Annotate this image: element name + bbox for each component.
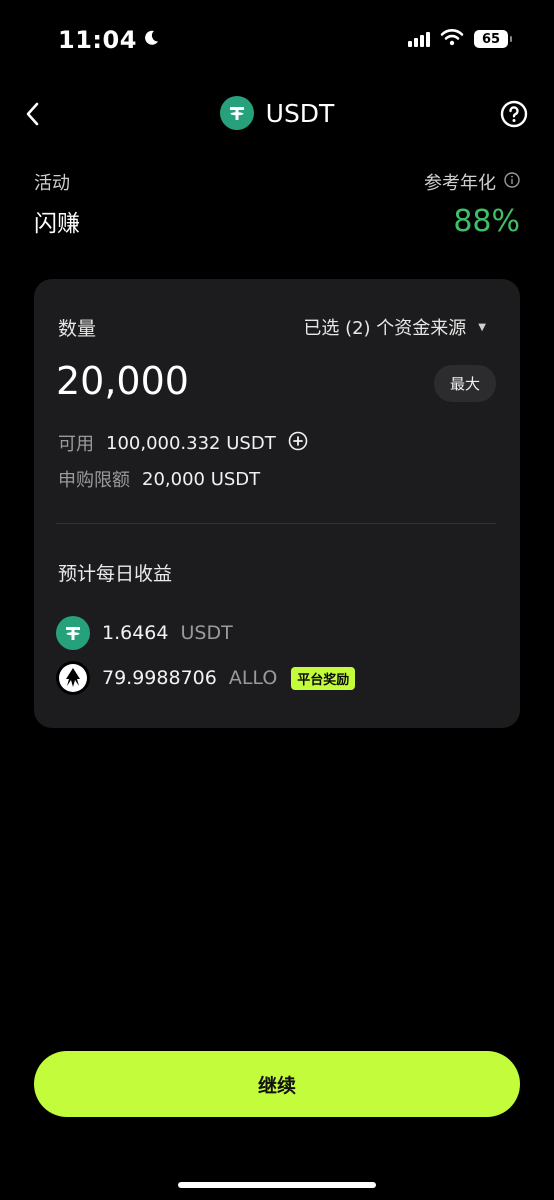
subscribe-card: 数量 已选 (2) 个资金来源 ▼ 20,000 最大 可用 100,000.3… — [34, 279, 520, 728]
earnings-row-allo: 79.9988706 ALLO 平台奖励 — [56, 661, 356, 695]
battery-icon: 65 — [474, 30, 512, 48]
fund-source-select[interactable]: 已选 (2) 个资金来源 ▼ — [303, 314, 486, 340]
tether-logo — [219, 96, 254, 130]
available-value: 100,000.332 USDT — [106, 432, 276, 454]
allo-logo — [56, 661, 90, 695]
limit-value: 20,000 USDT — [142, 468, 261, 490]
earnings-unit: ALLO — [228, 667, 278, 689]
add-funds-icon[interactable] — [288, 431, 308, 456]
earnings-unit: USDT — [180, 622, 233, 644]
amount-input[interactable]: 20,000 — [56, 359, 189, 403]
daily-earnings-label: 预计每日收益 — [58, 563, 173, 585]
limit-label: 申购限额 — [58, 470, 130, 491]
help-button[interactable] — [500, 100, 528, 128]
battery-level: 65 — [481, 31, 501, 47]
limit-row: 申购限额 20,000 USDT — [58, 466, 260, 492]
earnings-row-usdt: 1.6464 USDT — [56, 616, 233, 650]
moon-icon — [141, 26, 161, 54]
earnings-amount: 1.6464 — [102, 622, 169, 644]
tether-logo — [56, 616, 90, 650]
platform-reward-badge: 平台奖励 — [291, 666, 356, 690]
page-header: USDT — [0, 96, 554, 130]
continue-button[interactable]: 继续 — [34, 1051, 520, 1117]
status-time: 11:04 — [58, 26, 161, 54]
wifi-icon — [440, 28, 464, 50]
divider — [56, 523, 496, 524]
earnings-amount: 79.9988706 — [102, 667, 217, 689]
caret-down-icon: ▼ — [478, 321, 486, 333]
available-label: 可用 — [58, 434, 94, 455]
fund-source-text: 已选 (2) 个资金来源 — [303, 318, 467, 339]
activity-label: 活动 — [34, 173, 70, 194]
status-icons: 65 — [408, 28, 512, 50]
available-row: 可用 100,000.332 USDT — [58, 430, 308, 456]
help-icon — [500, 100, 528, 128]
home-indicator — [178, 1182, 376, 1188]
quantity-label: 数量 — [58, 318, 97, 340]
apy-label: 参考年化 — [424, 173, 496, 194]
apy-value: 88% — [453, 204, 520, 239]
info-icon[interactable] — [504, 172, 520, 192]
signal-icon — [408, 31, 430, 47]
status-time-text: 11:04 — [58, 26, 137, 54]
apy-label-row: 参考年化 — [424, 169, 520, 195]
max-button[interactable]: 最大 — [433, 365, 496, 402]
activity-value: 闪赚 — [34, 211, 80, 237]
page-title: USDT — [265, 98, 335, 128]
